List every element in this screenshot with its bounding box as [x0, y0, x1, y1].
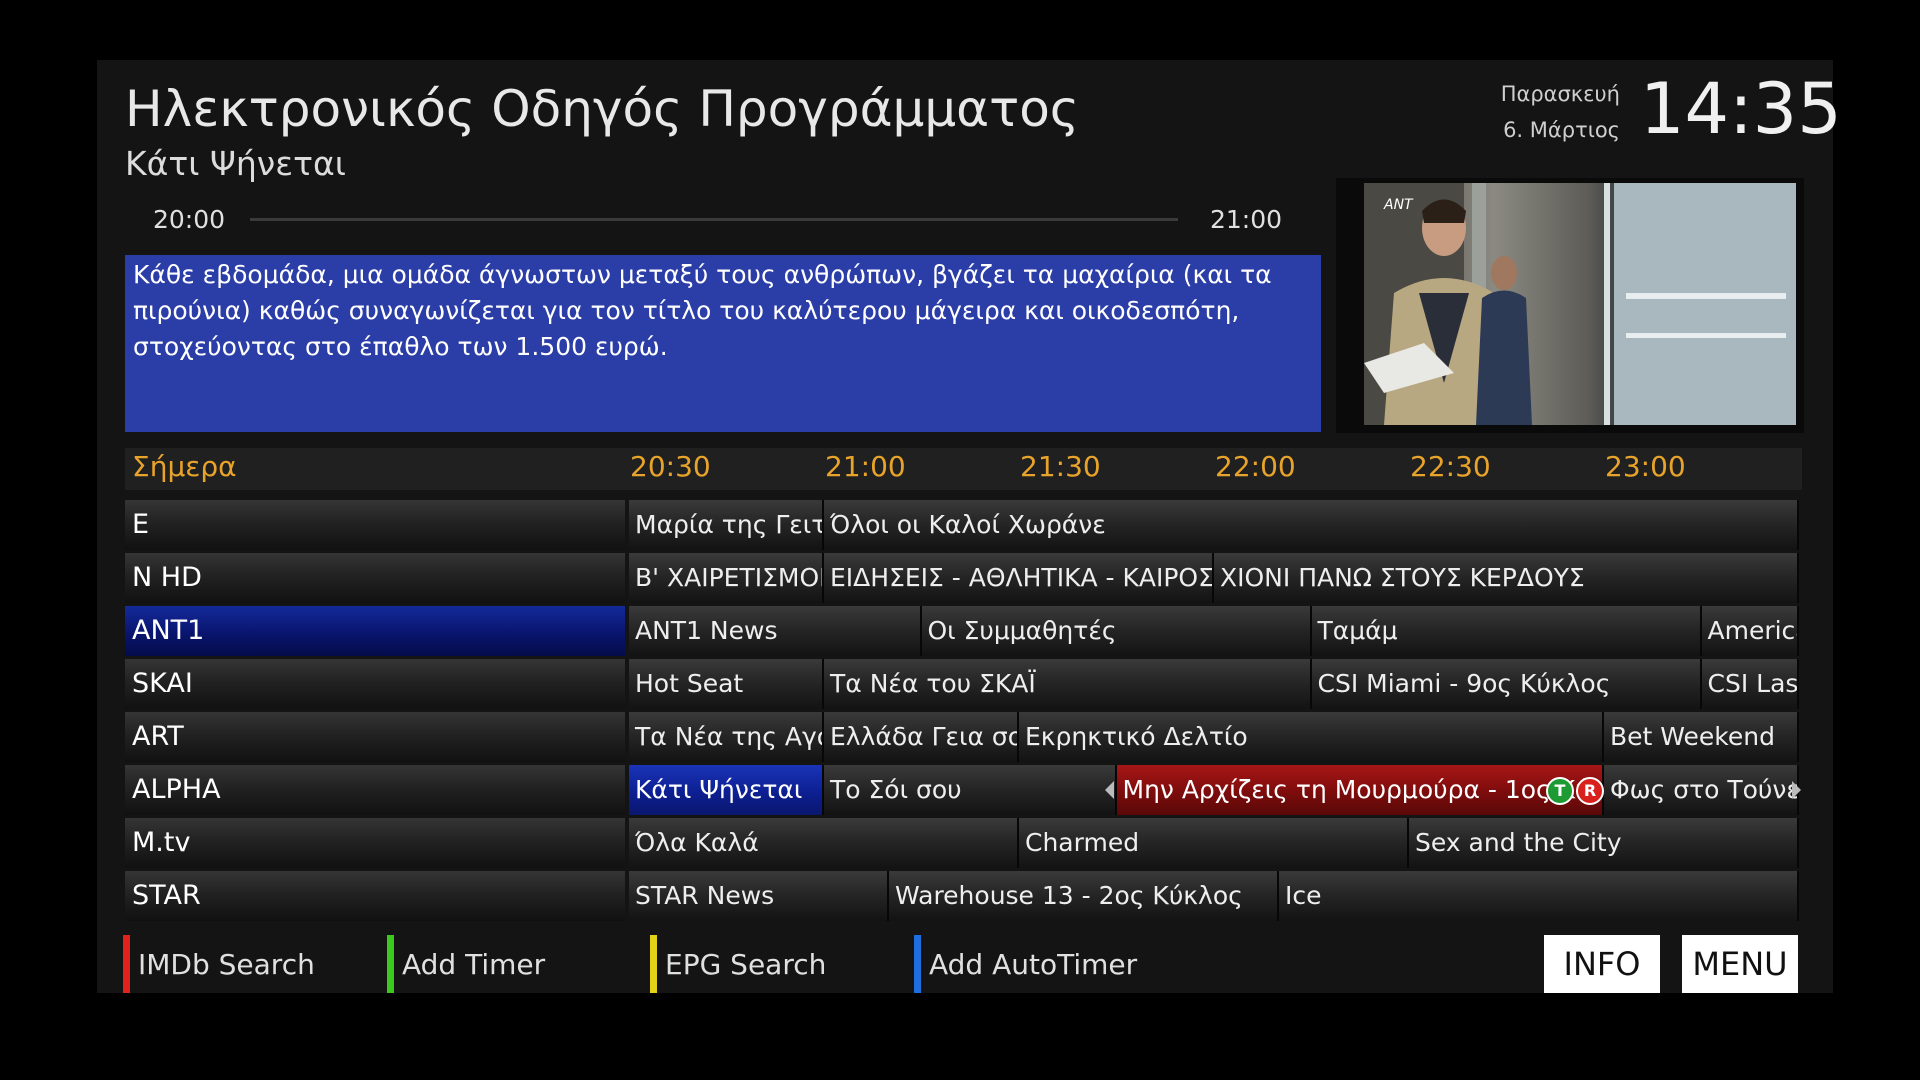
video-frame-image: ANT: [1364, 183, 1796, 425]
clock: 14:35: [1640, 68, 1842, 150]
timeline-label-2200: 22:00: [1215, 450, 1296, 483]
event-cell[interactable]: Μαρία της Γειτονιάς: [629, 500, 824, 550]
event-cell[interactable]: STAR News: [629, 871, 889, 921]
event-cell[interactable]: Ταμάμ: [1311, 606, 1702, 656]
channel-name[interactable]: ALPHA: [125, 765, 625, 815]
color-key-bar: [123, 935, 130, 993]
event-cell-recording[interactable]: Μην Αρχίζεις τη Μουρμούρα - 1ος Κύκλος: [1116, 765, 1604, 815]
color-key-bar: [914, 935, 921, 993]
date-label: 6. Μάρτιος: [1503, 118, 1620, 142]
event-cell[interactable]: ΕΙΔΗΣΕΙΣ - ΑΘΛΗΤΙΚΑ - ΚΑΙΡΟΣ: [824, 553, 1214, 603]
continue-right-icon: [1792, 781, 1801, 799]
color-key-label: EPG Search: [665, 947, 827, 981]
channel-row-n-hd: N HD Β' ΧΑΙΡΕΤΙΣΜΟΙ ΕΙΔΗΣΕΙΣ - ΑΘΛΗΤΙΚΑ - …: [125, 553, 1802, 603]
timeline-label-2230: 22:30: [1410, 450, 1491, 483]
timeline-label-2100: 21:00: [825, 450, 906, 483]
event-cell[interactable]: Sex and the City: [1409, 818, 1799, 868]
timer-icon: T: [1546, 777, 1574, 805]
page-title: Ηλεκτρονικός Οδηγός Προγράμματος: [125, 80, 1080, 138]
color-key-label: Add AutoTimer: [929, 947, 1138, 981]
day-selector-label[interactable]: Σήμερα: [132, 450, 237, 483]
event-cell[interactable]: ΧΙΟΝΙ ΠΑΝΩ ΣΤΟΥΣ ΚΕΡΔΟΥΣ: [1214, 553, 1799, 603]
color-key-add-timer[interactable]: Add Timer: [387, 935, 545, 993]
event-cell[interactable]: Φως στο Τούνελ: [1604, 765, 1799, 815]
channel-row-star: STAR STAR News Warehouse 13 - 2ος Κύκλος Ic…: [125, 871, 1802, 921]
event-cell[interactable]: Τα Νέα του ΣΚΑΪ: [824, 659, 1312, 709]
menu-button[interactable]: MENU: [1682, 935, 1798, 993]
event-cell-selected[interactable]: Κάτι Ψήνεται: [629, 765, 824, 815]
event-cell[interactable]: Warehouse 13 - 2ος Κύκλος: [889, 871, 1279, 921]
event-description: Κάθε εβδομάδα, μια ομάδα άγνωστων μεταξύ…: [125, 255, 1321, 432]
channel-logo: ANT: [1383, 197, 1414, 213]
event-cell[interactable]: Hot Seat: [629, 659, 824, 709]
timeline-label-2300: 23:00: [1605, 450, 1686, 483]
live-tv-picture: ANT: [1364, 183, 1796, 425]
color-key-bar: [650, 935, 657, 993]
selected-event-title: Κάτι Ψήνεται: [125, 144, 346, 183]
color-key-label: IMDb Search: [138, 947, 315, 981]
color-key-label: Add Timer: [402, 947, 546, 981]
channel-name[interactable]: E: [125, 500, 625, 550]
color-key-add-autotimer[interactable]: Add AutoTimer: [914, 935, 1137, 993]
event-cell[interactable]: America: [1701, 606, 1799, 656]
channel-row-alpha: ALPHA Κάτι Ψήνεται Το Σόι σου Μην Αρχίζεις …: [125, 765, 1802, 815]
event-cell[interactable]: CSI Miami - 9ος Κύκλος: [1311, 659, 1702, 709]
event-start-time: 20:00: [153, 205, 226, 234]
color-key-imdb-search[interactable]: IMDb Search: [123, 935, 315, 993]
event-cell[interactable]: Β' ΧΑΙΡΕΤΙΣΜΟΙ: [629, 553, 824, 603]
event-cell[interactable]: Bet Weekend: [1604, 712, 1799, 762]
channel-row-e: EΜαρία της ΓειτονιάςΌλοι οι Καλοί Χωράνε: [125, 500, 1802, 550]
channel-name[interactable]: M.tv: [125, 818, 625, 868]
current-date: Παρασκευή 6. Μάρτιος: [1450, 76, 1620, 148]
channel-name[interactable]: STAR: [125, 871, 625, 921]
event-cell[interactable]: Ice: [1279, 871, 1799, 921]
channel-name[interactable]: ANT1: [125, 606, 625, 656]
record-icon: R: [1576, 777, 1604, 805]
event-end-time: 21:00: [1210, 205, 1283, 234]
event-cell[interactable]: Οι Συμμαθητές: [921, 606, 1312, 656]
event-cell[interactable]: Όλα Καλά: [629, 818, 1019, 868]
event-cell[interactable]: Ελλάδα Γεια σου: [824, 712, 1019, 762]
info-button[interactable]: INFO: [1544, 935, 1660, 993]
channel-row-art: ARTΤα Νέα της ΑγοράςΕλλάδα Γεια σουΕκρηκ…: [125, 712, 1802, 762]
timeline-label-2130: 21:30: [1020, 450, 1101, 483]
timeline-header: [125, 448, 1802, 490]
channel-name[interactable]: N HD: [125, 553, 625, 603]
color-key-bar: [387, 935, 394, 993]
day-label: Παρασκευή: [1500, 82, 1620, 106]
channel-row-m-tv: M.tv Όλα Καλά Charmed Sex and the City: [125, 818, 1802, 868]
event-progress-bar: [250, 218, 1178, 221]
timeline-label-2030: 20:30: [630, 450, 711, 483]
event-cell[interactable]: Τα Νέα της Αγοράς: [629, 712, 824, 762]
channel-row-skai: SKAI Hot Seat Τα Νέα του ΣΚΑΪ CSI Miami - 9…: [125, 659, 1802, 709]
event-cell[interactable]: ANT1 News: [629, 606, 922, 656]
color-key-epg-search[interactable]: EPG Search: [650, 935, 826, 993]
channel-row-ant1: ANT1ANT1 NewsΟι ΣυμμαθητέςΤαμάμAmerica: [125, 606, 1802, 656]
event-cell[interactable]: Charmed: [1019, 818, 1409, 868]
video-preview: ANT: [1336, 178, 1804, 433]
event-cell[interactable]: Το Σόι σου: [824, 765, 1117, 815]
continue-left-icon: [1104, 781, 1114, 799]
channel-name[interactable]: ART: [125, 712, 625, 762]
channel-name[interactable]: SKAI: [125, 659, 625, 709]
event-cell[interactable]: Όλοι οι Καλοί Χωράνε: [824, 500, 1799, 550]
event-cell[interactable]: CSI Las Vegas: [1701, 659, 1799, 709]
event-cell[interactable]: Εκρηκτικό Δελτίο: [1019, 712, 1604, 762]
